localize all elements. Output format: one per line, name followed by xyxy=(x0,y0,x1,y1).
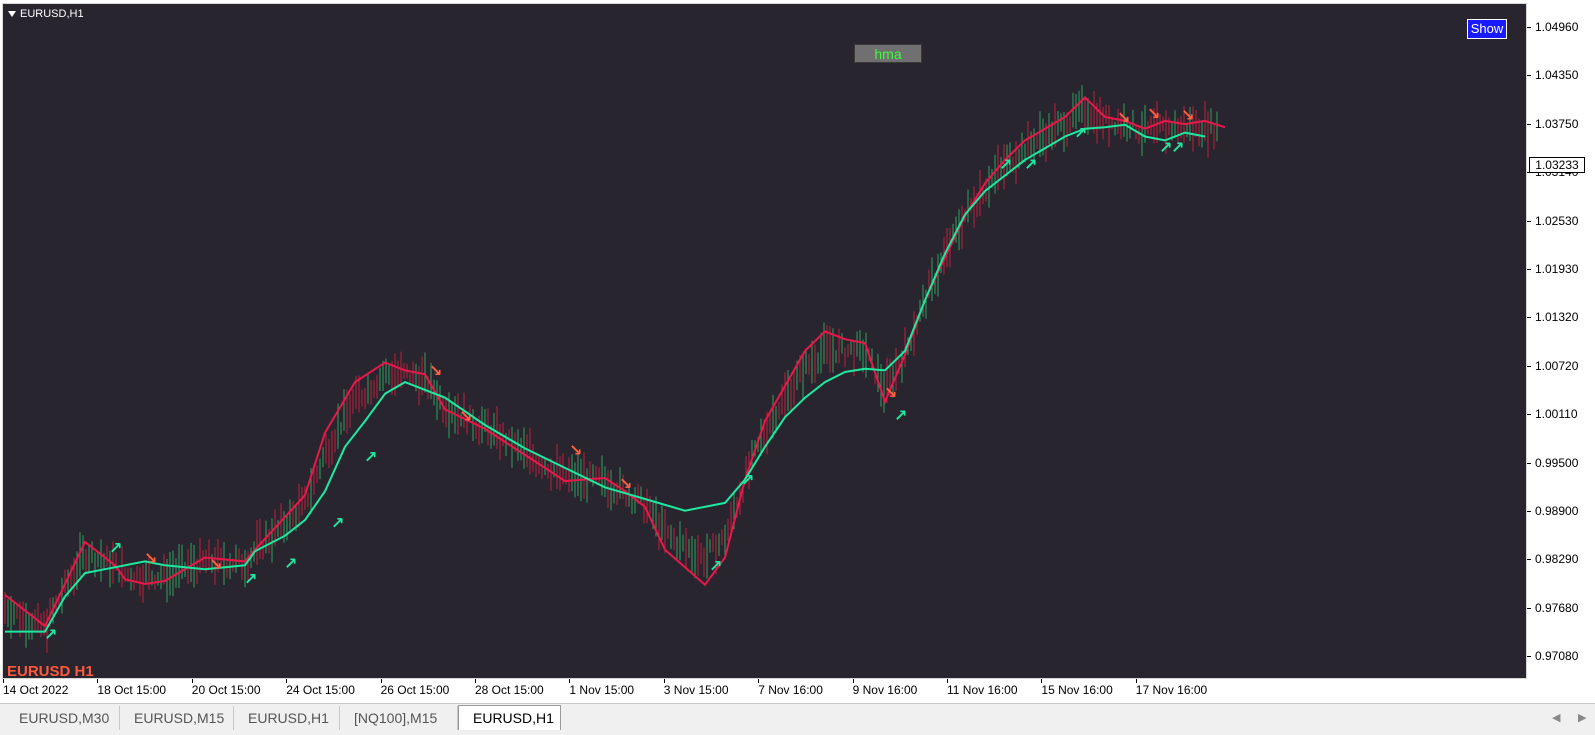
sell-arrow-icon: ↘ xyxy=(1181,105,1194,124)
buy-arrow-icon: ↗ xyxy=(1171,138,1184,157)
price-tick xyxy=(1527,220,1531,222)
sell-arrow-icon: ↘ xyxy=(209,555,222,574)
sell-arrow-icon: ↘ xyxy=(429,361,442,380)
tab-eurusd-m30[interactable]: EURUSD,M30 xyxy=(5,706,120,730)
series-line-bear xyxy=(4,96,1226,628)
price-tick xyxy=(1527,656,1531,658)
price-label: 1.04960 xyxy=(1535,20,1579,34)
sell-arrow-icon: ↘ xyxy=(569,441,582,460)
sell-arrow-icon: ↘ xyxy=(144,548,157,567)
tab--nq100-m15[interactable]: [NQ100],M15 xyxy=(340,706,458,730)
price-tick xyxy=(1527,269,1531,270)
chart-tabs-bar: ◀ ▶ EURUSD,M30 EURUSD,M15 EURUSD,H1 [NQ100]… xyxy=(0,703,1595,735)
price-tick xyxy=(1527,317,1531,319)
tab-eurusd-h1[interactable]: EURUSD,H1 xyxy=(234,706,340,730)
sell-arrow-icon: ↘ xyxy=(619,474,632,493)
time-label: 14 Oct 2022 xyxy=(3,683,69,697)
price-label: 1.00110 xyxy=(1535,407,1578,422)
time-label: 18 Oct 15:00 xyxy=(97,683,167,697)
show-button[interactable]: Show xyxy=(1467,19,1507,39)
sell-arrow-icon: ↘ xyxy=(884,383,897,402)
time-label: 28 Oct 15:00 xyxy=(475,683,544,697)
chart-corner-label: EURUSD H1 xyxy=(7,663,94,680)
price-tick xyxy=(1527,123,1531,125)
scroll-right-icon[interactable]: ▶ xyxy=(1578,711,1586,724)
sell-arrow-icon: ↘ xyxy=(459,406,472,425)
buy-arrow-icon: ↗ xyxy=(894,406,907,425)
price-axis: 1.049601.043501.037501.031401.025301.019… xyxy=(1527,3,1595,679)
price-label: 1.00720 xyxy=(1535,358,1579,373)
price-tick xyxy=(1527,365,1531,367)
price-label: 1.03750 xyxy=(1535,116,1579,131)
chart-plot[interactable]: ↗↗↗↗↗↗↗↗↗↗ ↗↗↗↗↘ ↘↘↘↘↘↘↘ ↘ ↘ xyxy=(3,4,1523,676)
time-label: 17 Nov 16:00 xyxy=(1135,683,1208,697)
price-tick xyxy=(1527,75,1531,77)
scroll-left-icon[interactable]: ◀ xyxy=(1552,711,1560,724)
buy-arrow-icon: ↗ xyxy=(709,556,722,575)
collapse-triangle-icon[interactable] xyxy=(8,11,16,17)
time-label: 7 Nov 16:00 xyxy=(758,683,823,697)
buy-arrow-icon: ↗ xyxy=(999,155,1012,174)
buy-arrow-icon: ↗ xyxy=(331,514,344,533)
price-label: 1.01930 xyxy=(1535,262,1579,276)
buy-arrow-icon: ↗ xyxy=(364,447,377,466)
time-label: 26 Oct 15:00 xyxy=(380,683,450,697)
buy-arrow-icon: ↗ xyxy=(741,471,754,490)
price-tick xyxy=(1527,414,1531,416)
time-label: 20 Oct 15:00 xyxy=(191,683,261,697)
price-label: 0.98290 xyxy=(1535,552,1579,567)
price-tick xyxy=(1527,511,1531,512)
buy-arrow-icon: ↗ xyxy=(244,570,257,589)
time-label: 24 Oct 15:00 xyxy=(286,683,355,697)
time-label: 11 Nov 16:00 xyxy=(947,683,1018,697)
buy-arrow-icon: ↗ xyxy=(284,554,297,573)
buy-arrow-icon: ↗ xyxy=(109,538,122,557)
symbol-title-text: EURUSD,H1 xyxy=(20,8,84,20)
price-label: 1.02530 xyxy=(1535,213,1579,228)
price-label: 1.04350 xyxy=(1535,68,1579,83)
buy-arrow-icon: ↗ xyxy=(44,625,57,644)
hma-indicator-button[interactable]: hma xyxy=(854,44,922,63)
buy-arrow-icon: ↗ xyxy=(1074,124,1087,143)
tab-eurusd-m15[interactable]: EURUSD,M15 xyxy=(120,706,234,730)
series-line-bull xyxy=(5,123,1206,633)
price-label: 0.98900 xyxy=(1535,504,1579,518)
time-label: 3 Nov 15:00 xyxy=(663,683,729,697)
price-tick xyxy=(1527,607,1531,609)
time-label: 1 Nov 15:00 xyxy=(569,683,635,697)
time-label: 9 Nov 16:00 xyxy=(852,683,918,697)
time-axis: 14 Oct 2022 18 Oct 15:00 20 Oct 15:00 24 Oc… xyxy=(0,679,1527,701)
price-tick xyxy=(1527,559,1531,561)
sell-arrow-icon: ↘ xyxy=(1117,108,1130,127)
sell-arrow-icon: ↘ xyxy=(1147,104,1160,123)
price-label: 0.99500 xyxy=(1535,455,1579,470)
time-label: 15 Nov 16:00 xyxy=(1041,683,1113,697)
price-tick xyxy=(1527,27,1531,28)
price-label: 0.97080 xyxy=(1535,649,1579,664)
price-label: 1.01320 xyxy=(1535,310,1579,325)
tab-eurusd-h1-active[interactable]: EURUSD,H1 xyxy=(458,705,561,730)
chart-symbol-title[interactable]: EURUSD,H1 xyxy=(8,8,84,20)
price-label: 0.97680 xyxy=(1535,600,1579,615)
price-tick xyxy=(1527,462,1531,464)
current-price-label: 1.03233 xyxy=(1529,157,1585,173)
buy-arrow-icon: ↗ xyxy=(1024,155,1037,174)
